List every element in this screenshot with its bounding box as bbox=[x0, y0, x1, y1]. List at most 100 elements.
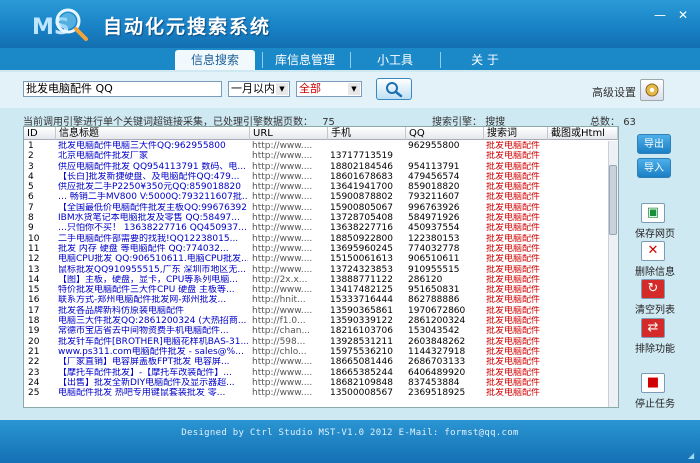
row-url[interactable]: http://www.... bbox=[252, 244, 328, 254]
row-url[interactable]: http://f1.0... bbox=[252, 316, 328, 326]
row-url[interactable]: http://www.... bbox=[252, 234, 328, 244]
table-row[interactable]: 6 … 畅销二手MV800 V:5000Q:793211607批... http:/… bbox=[24, 192, 609, 202]
row-title[interactable]: 【厂家直销】电容屏盖板FPT批发 电容屏... bbox=[58, 357, 248, 367]
exclude-label[interactable]: 排除功能 bbox=[633, 340, 677, 355]
column-header-id[interactable]: ID bbox=[24, 127, 56, 140]
row-title[interactable]: 联系方式-郑州电脑配件批发网-郑州批发... bbox=[58, 295, 248, 305]
tab-tools[interactable]: 小工具 bbox=[355, 50, 435, 70]
table-row[interactable]: 12 电脑CPU批发 QQ:906510611.电脑CPU批发... http://… bbox=[24, 254, 609, 264]
row-title[interactable]: … 畅销二手MV800 V:5000Q:793211607批... bbox=[58, 192, 248, 202]
row-url[interactable]: http://www.... bbox=[252, 254, 328, 264]
table-row[interactable]: 5 供应批发二手P2250¥350元QQ:859018820 http://www.… bbox=[24, 182, 609, 192]
row-url[interactable]: http://chlo... bbox=[252, 347, 328, 357]
row-title[interactable]: …只怕你不买！ 13638227716 QQ450937... bbox=[58, 223, 248, 233]
table-row[interactable]: 14 【图】主板，硬盘，显卡，CPU等系列电脑... http://2x.x... 1… bbox=[24, 275, 609, 285]
table-row[interactable]: 8 IBM水货笔记本电脑批发及零售 QQ:58497... http://www..… bbox=[24, 213, 609, 223]
row-url[interactable]: http://hnit... bbox=[252, 295, 328, 305]
minimize-icon[interactable]: — bbox=[653, 8, 667, 22]
table-row[interactable]: 24 【出售】批发全新DIY电脑配件及显示器超... http://www.... 1… bbox=[24, 378, 609, 388]
save-page-label[interactable]: 保存网页 bbox=[633, 225, 677, 240]
save-page-icon[interactable]: ▣ bbox=[641, 203, 665, 223]
row-title[interactable]: 电脑配件批发 热吧专用键鼠套装批发 零... bbox=[58, 388, 248, 398]
column-header-url[interactable]: URL bbox=[250, 127, 328, 140]
table-row[interactable]: 21 www.ps311.com电脑配件批发 - sales@%... http:/… bbox=[24, 347, 609, 357]
row-url[interactable]: http://www.... bbox=[252, 306, 328, 316]
table-row[interactable]: 1 批发电脑配件电脑三大件QQ:962955800 http://www.... 96… bbox=[24, 141, 609, 151]
row-title[interactable]: 【长白]批发新捷硬盘、及电脑配件QQ:479... bbox=[58, 172, 248, 182]
clear-list-icon[interactable]: ↻ bbox=[641, 279, 665, 299]
row-url[interactable]: http://www.... bbox=[252, 357, 328, 367]
row-url[interactable]: http://www.... bbox=[252, 203, 328, 213]
table-row[interactable]: 9 …只怕你不买！ 13638227716 QQ450937... http://w… bbox=[24, 223, 609, 233]
table-row[interactable]: 19 常德市宝店省去中间物资费手机电脑配件... http://chan... 182… bbox=[24, 326, 609, 336]
chevron-down-icon[interactable]: ▼ bbox=[276, 83, 288, 95]
tab-info-search[interactable]: 信息搜索 bbox=[175, 50, 255, 70]
row-title[interactable]: 特价批发电脑配件三大件CPU 硬盘 主板等... bbox=[58, 285, 248, 295]
resize-grip-icon[interactable]: ◢ bbox=[688, 451, 698, 461]
row-title[interactable]: 电脑CPU批发 QQ:906510611.电脑CPU批发... bbox=[58, 254, 248, 264]
row-title[interactable]: 鼠标批发QQ910955515,广东 深圳市地区无... bbox=[58, 265, 248, 275]
row-title[interactable]: 二手电脑配件部需要的找我!QQ12238015... bbox=[58, 234, 248, 244]
scrollbar-thumb[interactable] bbox=[609, 165, 617, 235]
table-row[interactable]: 17 批发各品牌新科仿原装电脑配件 http://www.... 1359036586… bbox=[24, 306, 609, 316]
keyword-input[interactable]: 批发电脑配件 QQ bbox=[23, 81, 222, 97]
row-title[interactable]: 【出售】批发全新DIY电脑配件及显示器超... bbox=[58, 378, 248, 388]
row-url[interactable]: http://www.... bbox=[252, 378, 328, 388]
row-title[interactable]: 批发各品牌新科仿原装电脑配件 bbox=[58, 306, 248, 316]
close-icon[interactable]: ✕ bbox=[676, 8, 690, 22]
row-url[interactable]: http://www.... bbox=[252, 151, 328, 161]
row-title[interactable]: 批发电脑配件电脑三大件QQ:962955800 bbox=[58, 141, 248, 151]
stop-icon[interactable]: ■ bbox=[641, 373, 665, 393]
chevron-down-icon[interactable]: ▼ bbox=[348, 83, 360, 95]
tab-about[interactable]: 关 于 bbox=[445, 50, 525, 70]
scope-select[interactable]: 全部 ▼ bbox=[296, 81, 362, 97]
row-url[interactable]: http://www.... bbox=[252, 368, 328, 378]
row-title[interactable]: 【全国最低价电脑配件批发主板QQ:99676392... bbox=[58, 203, 248, 213]
table-row[interactable]: 22 【厂家直销】电容屏盖板FPT批发 电容屏... http://www.... 1… bbox=[24, 357, 609, 367]
table-row[interactable]: 10 二手电脑配件部需要的找我!QQ12238015... http://www..… bbox=[24, 234, 609, 244]
row-url[interactable]: http://www.... bbox=[252, 388, 328, 398]
tab-library-management[interactable]: 库信息管理 bbox=[265, 50, 345, 70]
table-row[interactable]: 23 【摩托车配件批发】-【摩托车改装配件】... http://www.... 18… bbox=[24, 368, 609, 378]
search-button[interactable] bbox=[376, 78, 412, 100]
delete-info-label[interactable]: 删除信息 bbox=[633, 263, 677, 278]
row-title[interactable]: 供应电脑配件批发 QQ954113791 数码、电... bbox=[58, 162, 248, 172]
delete-icon[interactable]: ✕ bbox=[641, 241, 665, 261]
table-row[interactable]: 3 供应电脑配件批发 QQ954113791 数码、电... http://www.… bbox=[24, 162, 609, 172]
row-url[interactable]: http://www.... bbox=[252, 213, 328, 223]
row-title[interactable]: 批发 内存 硬盘 等电脑配件 QQ:774032... bbox=[58, 244, 248, 254]
row-url[interactable]: http://598... bbox=[252, 337, 328, 347]
table-row[interactable]: 11 批发 内存 硬盘 等电脑配件 QQ:774032... http://www.… bbox=[24, 244, 609, 254]
column-header-keyword[interactable]: 搜索词 bbox=[484, 127, 548, 140]
table-row[interactable]: 13 鼠标批发QQ910955515,广东 深圳市地区无... http://www… bbox=[24, 265, 609, 275]
row-url[interactable]: http://www.... bbox=[252, 192, 328, 202]
row-title[interactable]: 【摩托车配件批发】-【摩托车改装配件】... bbox=[58, 368, 248, 378]
table-row[interactable]: 7 【全国最低价电脑配件批发主板QQ:99676392... http://www.… bbox=[24, 203, 609, 213]
table-row[interactable]: 25 电脑配件批发 热吧专用键鼠套装批发 零... http://www.... 13… bbox=[24, 388, 609, 398]
column-header-qq[interactable]: QQ bbox=[406, 127, 484, 140]
column-header-screenshot[interactable]: 截图或Html bbox=[548, 127, 618, 140]
row-url[interactable]: http://www.... bbox=[252, 265, 328, 275]
row-url[interactable]: http://2x.x... bbox=[252, 275, 328, 285]
row-title[interactable]: 电脑三大件批发QQ:2861200324 (大热招商... bbox=[58, 316, 248, 326]
time-range-select[interactable]: 一月以内 ▼ bbox=[228, 81, 290, 97]
row-title[interactable]: www.ps311.com电脑配件批发 - sales@%... bbox=[58, 347, 248, 357]
row-url[interactable]: http://www.... bbox=[252, 182, 328, 192]
table-row[interactable]: 16 联系方式-郑州电脑配件批发网-郑州批发... http://hnit... 15… bbox=[24, 295, 609, 305]
results-table[interactable]: ID 信息标题 URL 手机 QQ 搜索词 截图或Html 1 批发电脑配件电脑三… bbox=[23, 126, 619, 408]
row-title[interactable]: 【图】主板，硬盘，显卡，CPU等系列电脑... bbox=[58, 275, 248, 285]
row-url[interactable]: http://www.... bbox=[252, 285, 328, 295]
table-row[interactable]: 15 特价批发电脑配件三大件CPU 硬盘 主板等... http://www....… bbox=[24, 285, 609, 295]
table-row[interactable]: 4 【长白]批发新捷硬盘、及电脑配件QQ:479... http://www....… bbox=[24, 172, 609, 182]
row-title[interactable]: 供应批发二手P2250¥350元QQ:859018820 bbox=[58, 182, 248, 192]
table-row[interactable]: 2 北京电脑配件批发厂家 http://www.... 13717713519 批发电脑… bbox=[24, 151, 609, 161]
row-url[interactable]: http://chan... bbox=[252, 326, 328, 336]
vertical-scrollbar[interactable] bbox=[608, 141, 618, 407]
table-row[interactable]: 20 批发针车配件[BROTHER]电脑花样机BAS-31... http://59… bbox=[24, 337, 609, 347]
advanced-settings-button[interactable] bbox=[640, 79, 664, 101]
exclude-icon[interactable]: ⇄ bbox=[641, 318, 665, 338]
export-button[interactable]: 导出 bbox=[637, 134, 671, 154]
row-title[interactable]: 批发针车配件[BROTHER]电脑花样机BAS-31... bbox=[58, 337, 248, 347]
column-header-title[interactable]: 信息标题 bbox=[56, 127, 250, 140]
import-button[interactable]: 导入 bbox=[637, 158, 671, 178]
